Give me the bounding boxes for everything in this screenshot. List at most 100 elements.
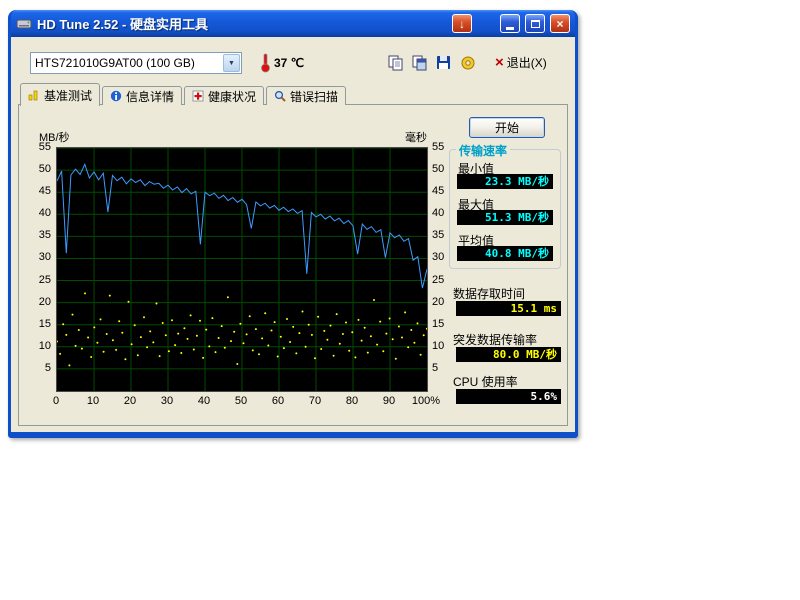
access-time-dot	[354, 356, 356, 358]
access-time-dot	[267, 345, 269, 347]
update-download-button[interactable]: ↓	[452, 14, 472, 33]
access-time-dot	[364, 327, 366, 329]
access-time-dot	[103, 351, 105, 353]
max-value-box: 51.3 MB/秒	[457, 210, 553, 225]
chart-canvas	[57, 148, 427, 391]
access-time-dot	[118, 320, 120, 322]
access-time-dot	[140, 336, 142, 338]
access-time-dot	[202, 357, 204, 359]
access-time-dot	[183, 327, 185, 329]
temperature-icon	[260, 52, 271, 78]
access-time-dot	[283, 347, 285, 349]
burst-rate-label: 突发数据传输率	[453, 331, 537, 348]
magnifier-icon	[274, 90, 286, 102]
exit-icon: ×	[495, 55, 504, 70]
access-time-dot	[81, 348, 83, 350]
drive-select[interactable]: HTS721010G9AT00 (100 GB) ▼	[30, 52, 242, 74]
access-time-dot	[121, 332, 123, 334]
access-time-dot	[196, 335, 198, 337]
x-axis-tick-label: 10	[75, 395, 111, 407]
access-time-dot	[277, 356, 279, 358]
access-time-dot	[252, 349, 254, 351]
access-time-dot	[342, 333, 344, 335]
access-time-dot	[137, 354, 139, 356]
access-time-dot	[112, 339, 114, 341]
app-icon	[16, 16, 32, 32]
y-axis-tick-label: 25	[432, 274, 444, 286]
exit-button[interactable]: × 退出(X)	[495, 54, 547, 71]
access-time-dot	[382, 350, 384, 352]
access-time-dot	[351, 331, 353, 333]
maximize-icon	[531, 20, 540, 28]
access-time-dot	[227, 296, 229, 298]
y-axis-tick-label: 45	[432, 185, 444, 197]
access-time-dot	[75, 345, 77, 347]
access-time-dot	[218, 337, 220, 339]
y-axis-tick-label: 35	[432, 229, 444, 241]
access-time-dot	[389, 318, 391, 320]
start-button[interactable]: 开始	[469, 117, 545, 138]
x-axis-labels: 0102030405060708090100%	[56, 395, 428, 409]
access-time-dot	[208, 345, 210, 347]
options-icon[interactable]	[457, 52, 479, 74]
access-time-dot	[385, 333, 387, 335]
access-time-dot	[246, 333, 248, 335]
tab-health[interactable]: 健康状况	[184, 86, 264, 105]
access-time-dot	[215, 351, 217, 353]
access-time-dot	[417, 322, 419, 324]
tab-info-label: 信息详情	[126, 88, 174, 105]
tab-error-scan-label: 错误扫描	[290, 88, 338, 105]
save-screenshot-icon[interactable]	[433, 52, 455, 74]
access-time-dot	[258, 353, 260, 355]
access-time-dot	[143, 316, 145, 318]
access-time-dot	[146, 346, 148, 348]
access-time-dot	[131, 343, 133, 345]
access-time-dot	[261, 337, 263, 339]
x-axis-tick-label: 70	[297, 395, 333, 407]
tab-benchmark[interactable]: 基准测试	[20, 83, 100, 106]
access-time-dot	[413, 342, 415, 344]
x-axis-tick-label: 90	[371, 395, 407, 407]
y-axis-tick-label: 50	[39, 163, 51, 175]
y-axis-tick-label: 5	[45, 362, 51, 374]
close-button[interactable]: ×	[550, 14, 570, 33]
access-time-box: 15.1 ms	[456, 301, 561, 316]
x-axis-tick-label: 60	[260, 395, 296, 407]
access-time-dot	[162, 322, 164, 324]
maximize-button[interactable]	[525, 14, 545, 33]
access-time-dot	[274, 321, 276, 323]
y-axis-tick-label: 35	[39, 229, 51, 241]
y-axis-tick-label: 25	[39, 274, 51, 286]
access-time-dot	[398, 326, 400, 328]
client-area: HTS721010G9AT00 (100 GB) ▼ 37 ℃ × 退出(X	[11, 37, 575, 432]
copy-screenshot-icon[interactable]	[409, 52, 431, 74]
tab-error-scan[interactable]: 错误扫描	[266, 86, 346, 105]
tab-info[interactable]: 信息详情	[102, 86, 182, 105]
minimize-button[interactable]	[500, 14, 520, 33]
access-time-dot	[249, 315, 251, 317]
copy-text-icon[interactable]	[385, 52, 407, 74]
access-time-dot	[314, 357, 316, 359]
access-time-dot	[326, 339, 328, 341]
access-time-dot	[379, 321, 381, 323]
access-time-dot	[302, 311, 304, 313]
access-time-dot	[236, 363, 238, 365]
y-axis-tick-label: 10	[39, 340, 51, 352]
access-time-dot	[205, 329, 207, 331]
access-time-dot	[159, 355, 161, 357]
x-axis-tick-label: 0	[38, 395, 74, 407]
access-time-dot	[420, 354, 422, 356]
y-axis-tick-label: 30	[432, 251, 444, 263]
transfer-rate-group-title: 传输速率	[456, 142, 510, 159]
access-time-dot	[165, 334, 167, 336]
exit-label: 退出(X)	[507, 54, 547, 71]
temperature-value: 37 ℃	[274, 56, 304, 70]
chevron-down-icon[interactable]: ▼	[223, 54, 240, 72]
access-time-dot	[298, 332, 300, 334]
access-time-dot	[239, 323, 241, 325]
access-time-dot	[401, 337, 403, 339]
access-time-dot	[295, 352, 297, 354]
access-time-dot	[124, 358, 126, 360]
access-time-dot	[289, 341, 291, 343]
y-axis-tick-label: 30	[39, 251, 51, 263]
